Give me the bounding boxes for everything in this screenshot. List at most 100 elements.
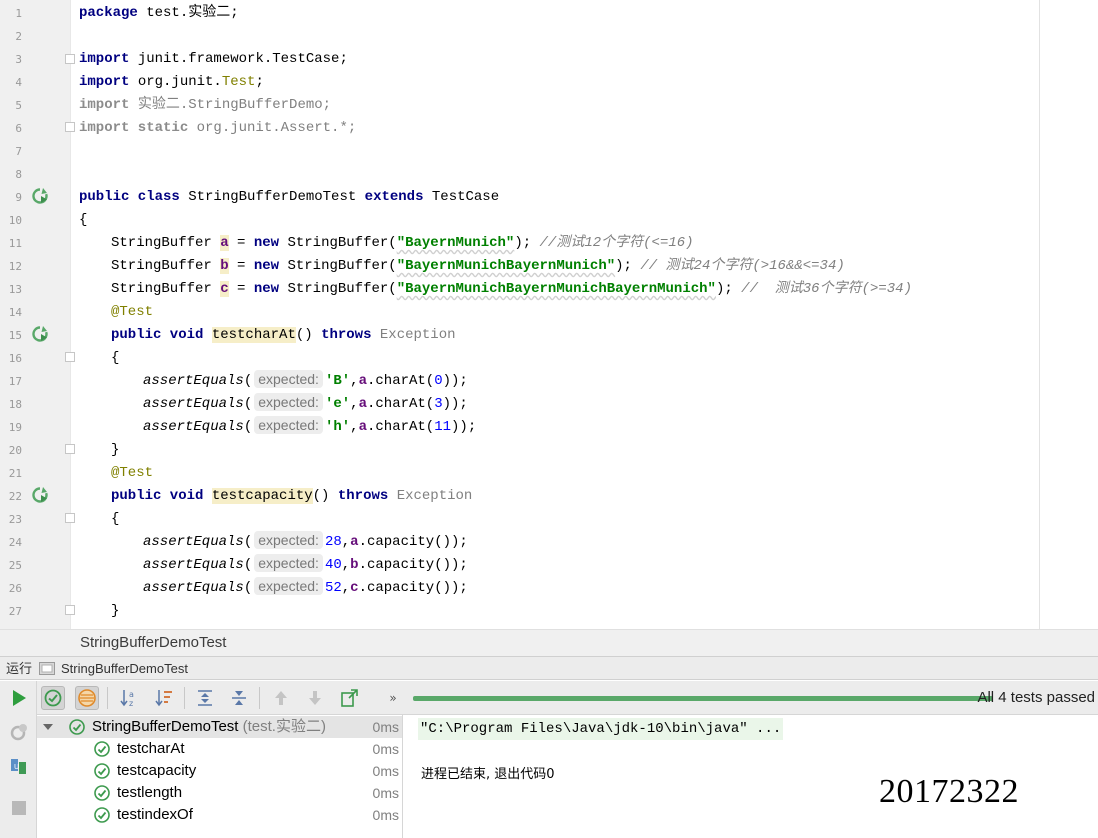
tree-root-row[interactable]: StringBufferDemoTest (test.实验二) 0ms <box>37 716 402 738</box>
line-number: 9 <box>15 191 22 204</box>
test-row[interactable]: testcharAt 0ms <box>37 738 402 760</box>
console-exit-message: 进程已结束, 退出代码0 <box>421 767 555 782</box>
console-command-line: "C:\Program Files\Java\jdk-10\bin\java" … <box>418 718 784 740</box>
show-ignored-button[interactable] <box>75 686 99 710</box>
console-output[interactable]: "C:\Program Files\Java\jdk-10\bin\java" … <box>404 715 1098 838</box>
toolbar-separator <box>107 687 108 709</box>
parameter-hint: expected: <box>254 393 323 411</box>
right-margin-guide <box>1039 0 1040 629</box>
chevron-down-icon[interactable] <box>43 724 53 730</box>
arrow-up-icon <box>275 691 287 705</box>
breadcrumb-item[interactable]: StringBufferDemoTest <box>80 630 226 656</box>
code-line: public class StringBufferDemoTest extend… <box>79 189 500 205</box>
code-line: assertEquals(expected: 'B',a.charAt(0)); <box>143 370 468 389</box>
sort-alpha-icon: az <box>120 690 134 708</box>
line-number: 16 <box>8 352 22 365</box>
code-line: { <box>111 350 120 366</box>
stop-button[interactable] <box>9 798 29 818</box>
line-number: 5 <box>15 99 22 112</box>
line-number: 27 <box>8 605 22 618</box>
test-duration: 0ms <box>372 763 399 779</box>
auto-test-icon: U <box>11 759 26 774</box>
arrow-down-icon <box>309 691 321 705</box>
run-side-toolbar: U <box>0 681 37 838</box>
test-duration: 0ms <box>372 719 399 735</box>
test-name: testlength <box>117 784 183 801</box>
test-passed-icon <box>94 807 110 823</box>
code-line: StringBuffer b = new StringBuffer("Bayer… <box>111 258 845 274</box>
parameter-hint: expected: <box>254 554 323 572</box>
run-tool-window-title: 运行 <box>6 661 33 676</box>
expand-all-icon <box>198 690 212 706</box>
run-tab-label[interactable]: StringBufferDemoTest <box>61 657 188 680</box>
editor-gutter: 1 2 3 4 5 6 7 8 9 10 11 12 13 14 15 16 1… <box>0 0 75 629</box>
test-results-tree[interactable]: StringBufferDemoTest (test.实验二) 0ms test… <box>37 715 403 838</box>
code-text-area[interactable]: package test.实验二; import junit.framework… <box>71 0 1039 629</box>
code-line: assertEquals(expected: 28,a.capacity()); <box>143 531 468 550</box>
code-line: import static org.junit.Assert.*; <box>79 120 357 136</box>
line-number: 11 <box>8 237 22 250</box>
line-number: 10 <box>8 214 22 227</box>
test-row[interactable]: testindexOf 0ms <box>37 804 402 826</box>
line-number: 4 <box>15 76 22 89</box>
test-name: testindexOf <box>117 806 193 823</box>
line-number: 22 <box>8 490 22 503</box>
rerun-button[interactable] <box>9 688 29 708</box>
test-row[interactable]: testlength 0ms <box>37 782 402 804</box>
code-line: } <box>111 603 120 619</box>
next-test-button[interactable] <box>303 686 327 710</box>
line-number: 17 <box>8 375 22 388</box>
parameter-hint: expected: <box>254 531 323 549</box>
svg-text:U: U <box>14 763 19 771</box>
test-row[interactable]: testcapacity 0ms <box>37 760 402 782</box>
code-line: { <box>111 511 120 527</box>
code-line: import junit.framework.TestCase; <box>79 51 348 67</box>
test-progress-bar <box>413 696 993 701</box>
test-duration: 0ms <box>372 741 399 757</box>
run-test-class-icon[interactable] <box>31 187 49 205</box>
line-number: 3 <box>15 53 22 66</box>
collapse-all-button[interactable] <box>227 686 251 710</box>
line-number: 26 <box>8 582 22 595</box>
code-line: assertEquals(expected:'h',a.charAt(11)); <box>143 416 477 435</box>
more-actions-chevron-icon[interactable]: » <box>381 686 405 710</box>
rerun-failed-icon <box>10 724 27 741</box>
line-number: 6 <box>15 122 22 135</box>
line-number: 7 <box>15 145 22 158</box>
code-line: assertEquals(expected:'e',a.charAt(3)); <box>143 393 468 412</box>
svg-text:a: a <box>129 690 134 699</box>
toolbar-separator <box>184 687 185 709</box>
test-duration: 0ms <box>372 807 399 823</box>
sort-by-duration-button[interactable] <box>152 686 176 710</box>
rerun-failed-button[interactable] <box>9 722 29 742</box>
line-number: 12 <box>8 260 22 273</box>
sort-alphabetically-button[interactable]: az <box>117 686 141 710</box>
show-passed-button[interactable] <box>41 686 65 710</box>
export-results-button[interactable] <box>337 686 361 710</box>
run-test-method-icon[interactable] <box>31 486 49 504</box>
toggle-auto-test-button[interactable]: U <box>9 756 29 776</box>
test-passed-icon <box>94 741 110 757</box>
ignored-tests-icon <box>78 689 96 707</box>
code-line: @Test <box>111 304 154 320</box>
code-line: assertEquals(expected: 52,c.capacity()); <box>143 577 468 596</box>
code-line: public void testcapacity() throws Except… <box>111 488 473 504</box>
code-line: import org.junit.Test; <box>79 74 264 90</box>
line-number: 1 <box>15 7 22 20</box>
code-editor[interactable]: 1 2 3 4 5 6 7 8 9 10 11 12 13 14 15 16 1… <box>0 0 1098 629</box>
code-line: @Test <box>111 465 154 481</box>
parameter-hint: expected: <box>254 370 323 388</box>
breadcrumb: StringBufferDemoTest <box>0 629 1098 656</box>
code-line: import 实验二.StringBufferDemo; <box>79 97 332 113</box>
expand-all-button[interactable] <box>193 686 217 710</box>
sort-duration-icon <box>155 690 172 707</box>
test-status-text: All 4 tests passed <box>977 689 1095 706</box>
code-line: StringBuffer c = new StringBuffer("Bayer… <box>111 281 912 297</box>
test-passed-icon <box>94 785 110 801</box>
previous-test-button[interactable] <box>269 686 293 710</box>
test-name: testcharAt <box>117 740 185 757</box>
student-id-text: 20172322 <box>879 773 1019 810</box>
stop-icon <box>12 801 26 815</box>
run-test-method-icon[interactable] <box>31 325 49 343</box>
test-duration: 0ms <box>372 785 399 801</box>
